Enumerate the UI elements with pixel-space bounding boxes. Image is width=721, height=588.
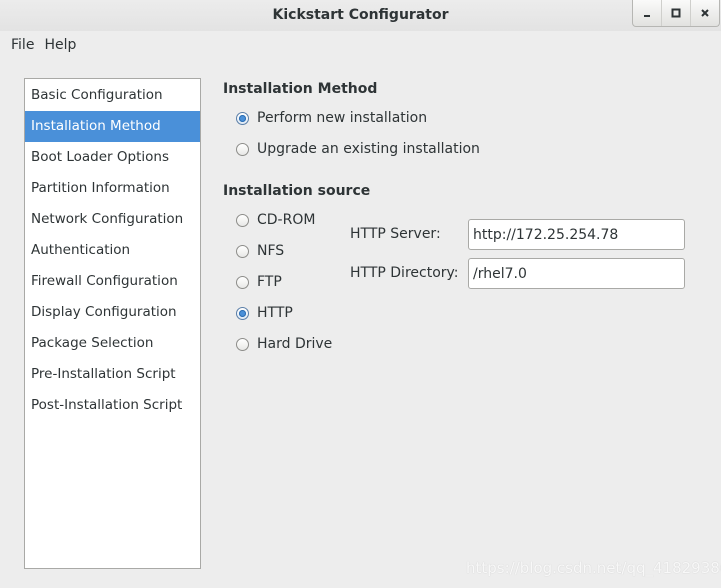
minimize-button[interactable] bbox=[633, 0, 661, 26]
radio-label: Upgrade an existing installation bbox=[257, 141, 480, 157]
sidebar-item-pre-installation-script[interactable]: Pre-Installation Script bbox=[25, 359, 200, 390]
radio-source-nfs[interactable]: NFS bbox=[236, 241, 284, 261]
menu-bar: File Help bbox=[0, 31, 721, 59]
radio-indicator[interactable] bbox=[236, 337, 249, 351]
sidebar-item-package-selection[interactable]: Package Selection bbox=[25, 328, 200, 359]
radio-indicator[interactable] bbox=[236, 213, 249, 227]
radio-label: Perform new installation bbox=[257, 110, 428, 126]
radio-label: Hard Drive bbox=[257, 336, 333, 352]
radio-indicator[interactable] bbox=[236, 275, 249, 289]
title-bar: Kickstart Configurator bbox=[0, 0, 721, 31]
sidebar-item-boot-loader-options[interactable]: Boot Loader Options bbox=[25, 142, 200, 173]
radio-indicator[interactable] bbox=[236, 306, 249, 320]
sidebar-item-authentication[interactable]: Authentication bbox=[25, 235, 200, 266]
minimize-icon bbox=[644, 15, 650, 17]
radio-source-hard-drive[interactable]: Hard Drive bbox=[236, 334, 332, 354]
category-list: Basic Configuration Installation Method … bbox=[24, 78, 201, 569]
sidebar-item-installation-method[interactable]: Installation Method bbox=[25, 111, 200, 142]
radio-indicator[interactable] bbox=[236, 244, 249, 258]
radio-new-installation[interactable]: Perform new installation bbox=[236, 108, 427, 128]
close-icon bbox=[701, 9, 709, 17]
http-server-label: HTTP Server: bbox=[350, 226, 441, 242]
installation-method-heading: Installation Method bbox=[223, 81, 378, 97]
window-title: Kickstart Configurator bbox=[272, 7, 449, 23]
radio-upgrade-installation[interactable]: Upgrade an existing installation bbox=[236, 139, 480, 159]
http-directory-input[interactable] bbox=[468, 258, 685, 289]
watermark: https://blog.csdn.net/qq_41829386 bbox=[466, 559, 721, 577]
radio-source-cdrom[interactable]: CD-ROM bbox=[236, 210, 315, 230]
window-controls bbox=[632, 0, 720, 27]
http-server-input[interactable] bbox=[468, 219, 685, 250]
close-button[interactable] bbox=[690, 0, 719, 26]
maximize-button[interactable] bbox=[661, 0, 690, 26]
installation-source-heading: Installation source bbox=[223, 183, 371, 199]
sidebar-item-display-configuration[interactable]: Display Configuration bbox=[25, 297, 200, 328]
radio-source-ftp[interactable]: FTP bbox=[236, 272, 282, 292]
sidebar-item-firewall-configuration[interactable]: Firewall Configuration bbox=[25, 266, 200, 297]
radio-label: FTP bbox=[257, 274, 282, 290]
sidebar-item-partition-information[interactable]: Partition Information bbox=[25, 173, 200, 204]
sidebar-item-network-configuration[interactable]: Network Configuration bbox=[25, 204, 200, 235]
radio-indicator[interactable] bbox=[236, 111, 249, 125]
maximize-icon bbox=[671, 8, 681, 18]
radio-label: HTTP bbox=[257, 305, 293, 321]
radio-indicator[interactable] bbox=[236, 142, 249, 156]
sidebar-item-post-installation-script[interactable]: Post-Installation Script bbox=[25, 390, 200, 421]
http-directory-label: HTTP Directory: bbox=[350, 265, 459, 281]
radio-label: CD-ROM bbox=[257, 212, 316, 228]
radio-source-http[interactable]: HTTP bbox=[236, 303, 293, 323]
radio-label: NFS bbox=[257, 243, 285, 259]
menu-help[interactable]: Help bbox=[41, 37, 83, 53]
menu-file[interactable]: File bbox=[0, 37, 41, 53]
sidebar-item-basic-configuration[interactable]: Basic Configuration bbox=[25, 80, 200, 111]
